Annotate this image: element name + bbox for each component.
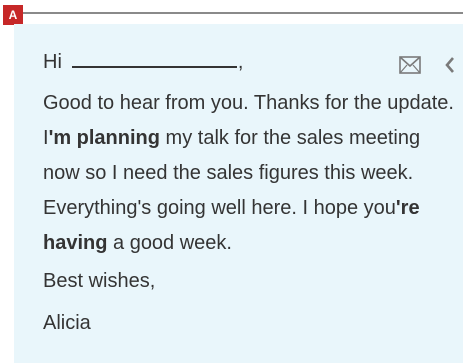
body-segment-2: 'm planning	[48, 127, 160, 149]
top-rule	[21, 12, 463, 14]
section-label: A	[3, 5, 23, 25]
greeting-prefix: Hi	[43, 51, 62, 73]
signoff: Best wishes,	[43, 270, 156, 292]
greeting-line: Hi,	[43, 44, 455, 80]
greeting-suffix: ,	[237, 51, 244, 73]
signature: Alicia	[43, 312, 91, 334]
body-segment-5: a good week.	[107, 232, 232, 254]
name-blank	[71, 66, 237, 68]
exercise-panel: A Hi, Good to hear from you. Thanks for …	[0, 0, 463, 363]
email-body: Good to hear from you. Thanks for the up…	[43, 86, 455, 261]
email-content: Hi, Good to hear from you. Thanks for th…	[43, 44, 455, 341]
